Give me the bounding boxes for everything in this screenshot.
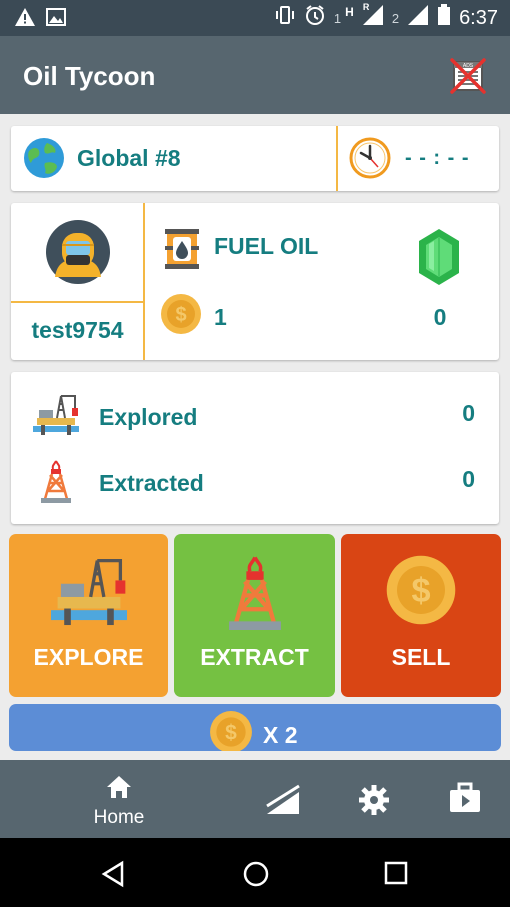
bottom-nav: Home xyxy=(0,760,510,838)
signal-icon xyxy=(407,4,429,32)
rank-text: Global #8 xyxy=(77,144,181,171)
svg-text:$: $ xyxy=(411,572,430,610)
nav-store[interactable] xyxy=(449,782,481,819)
rank-card: Global #8 - - : - - xyxy=(11,126,499,191)
home-circle-icon xyxy=(243,861,269,887)
oil-derrick-icon xyxy=(41,460,71,503)
stats-card: Explored 0 Extracted 0 xyxy=(11,372,499,524)
nav-recents-button[interactable] xyxy=(383,860,409,891)
oil-derrick-icon xyxy=(228,556,281,630)
avatar xyxy=(46,220,110,284)
gem-count: 0 xyxy=(433,304,447,330)
alarm-icon xyxy=(304,4,326,32)
stats-row-extracted: Extracted 0 xyxy=(11,456,499,506)
coin-icon: $ xyxy=(210,711,252,751)
gear-icon xyxy=(359,785,389,815)
explore-label: EXPLORE xyxy=(33,644,144,670)
offshore-rig-icon xyxy=(33,395,79,435)
clock-icon xyxy=(349,137,391,179)
image-icon xyxy=(46,7,66,32)
gem-icon xyxy=(419,229,459,285)
sell-button[interactable]: $ SELL xyxy=(341,534,501,697)
nav-home[interactable]: Home xyxy=(78,774,160,829)
app-bar: Oil Tycoon ADS xyxy=(0,36,510,114)
nav-home-label: Home xyxy=(93,807,145,828)
explore-button[interactable]: EXPLORE xyxy=(9,534,168,697)
home-icon xyxy=(107,776,131,798)
back-icon xyxy=(101,860,124,888)
extract-label: EXTRACT xyxy=(200,644,309,670)
timer: - - : - - xyxy=(349,137,470,179)
stats-value: 0 xyxy=(462,400,475,426)
stats-label: Extracted xyxy=(99,470,204,496)
svg-text:$: $ xyxy=(175,304,186,326)
rank-divider xyxy=(336,126,338,191)
stats-value: 0 xyxy=(462,466,475,492)
chart-icon xyxy=(266,784,300,814)
coin-icon: $ xyxy=(161,294,201,334)
global-rank[interactable]: Global #8 xyxy=(23,137,181,179)
offshore-rig-icon xyxy=(50,558,127,626)
player-card: test9754 FUEL OIL $ 1 0 xyxy=(11,203,499,360)
oil-barrel-icon xyxy=(165,229,199,269)
nav-stats[interactable] xyxy=(265,784,301,821)
status-bar: 1 H R 2 6:37 xyxy=(0,0,510,36)
username: test9754 xyxy=(31,317,124,343)
svg-text:$: $ xyxy=(225,721,237,744)
sell-label: SELL xyxy=(391,644,451,670)
nav-back-button[interactable] xyxy=(100,860,126,893)
profile-divider xyxy=(11,301,144,303)
battery-icon xyxy=(437,4,451,32)
warning-icon xyxy=(14,7,36,32)
svg-text:ADS: ADS xyxy=(463,63,474,69)
sim1-label: 1 xyxy=(333,10,342,26)
timer-text: - - : - - xyxy=(405,146,470,169)
stats-label: Explored xyxy=(99,404,198,430)
signal-icon: R xyxy=(362,2,384,32)
recents-icon xyxy=(384,861,408,885)
app-title: Oil Tycoon xyxy=(23,61,156,91)
vibrate-icon xyxy=(274,4,296,32)
extract-button[interactable]: EXTRACT xyxy=(174,534,335,697)
multiplier-button[interactable]: $ X 2 xyxy=(9,704,501,751)
nav-home-button[interactable] xyxy=(242,860,270,893)
player-divider xyxy=(143,203,145,360)
network-type-label: H xyxy=(345,5,354,19)
no-ads-icon: ADS xyxy=(450,58,486,94)
system-nav-bar xyxy=(0,838,510,907)
store-icon xyxy=(450,782,480,812)
nav-settings[interactable] xyxy=(358,784,390,821)
globe-icon xyxy=(24,138,64,178)
resource-name: FUEL OIL xyxy=(214,233,319,259)
player-profile[interactable]: test9754 xyxy=(11,203,144,360)
clock-time: 6:37 xyxy=(459,6,498,29)
roaming-label: R xyxy=(362,2,370,12)
coin-count: 1 xyxy=(214,304,227,330)
sim2-label: 2 xyxy=(391,10,400,26)
no-ads-button[interactable]: ADS xyxy=(448,56,488,101)
coin-icon: $ xyxy=(386,555,456,625)
multiplier-label: X 2 xyxy=(263,722,298,748)
stats-row-explored: Explored 0 xyxy=(11,390,499,440)
